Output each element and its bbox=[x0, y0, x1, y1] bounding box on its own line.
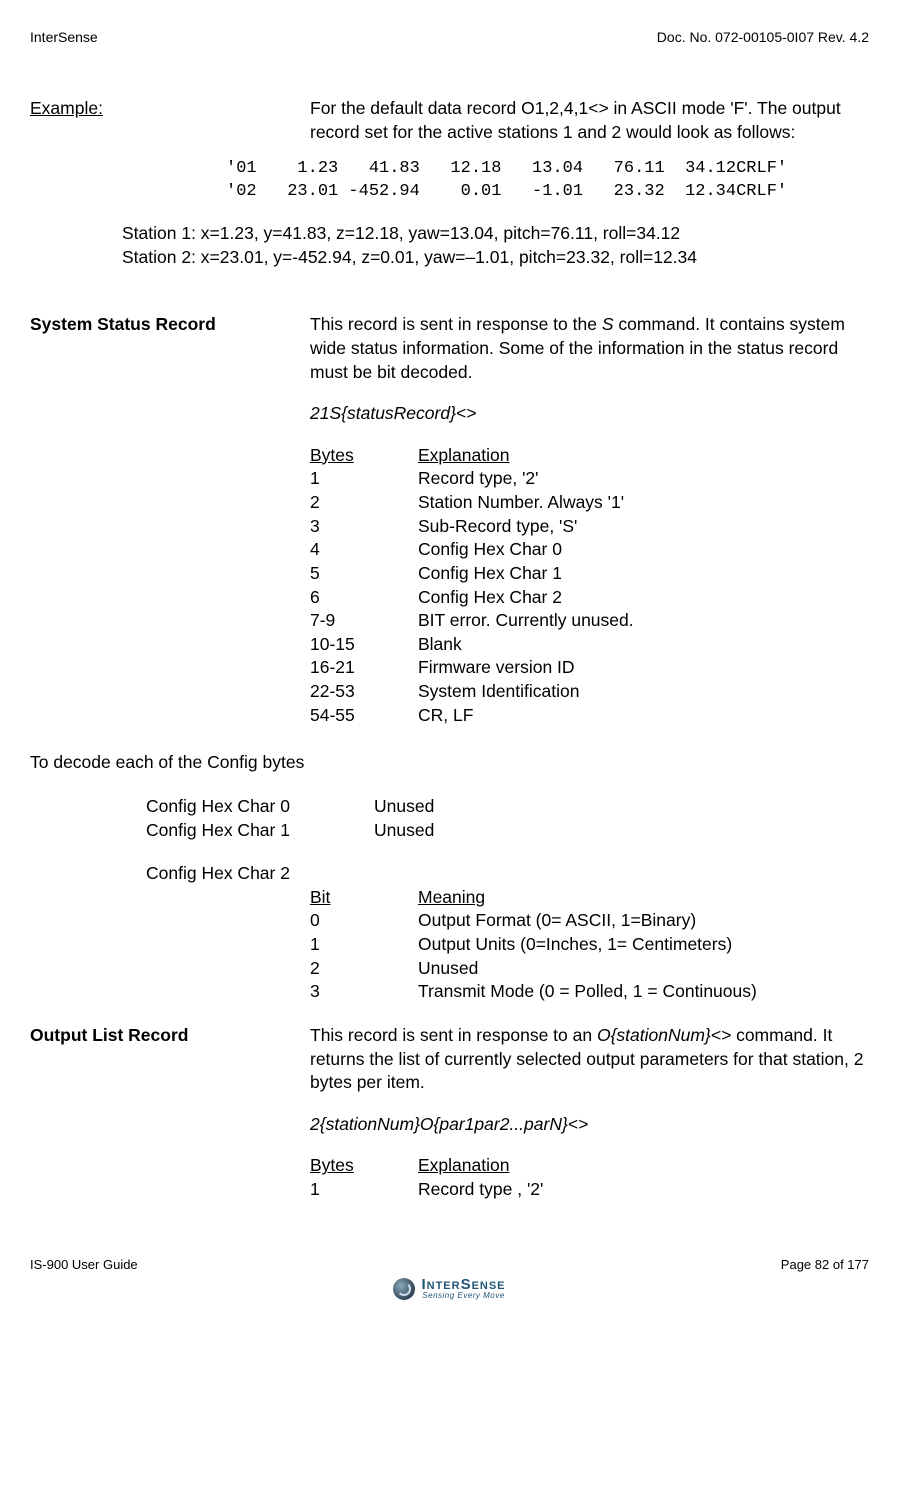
ssr-hdr-expl: Explanation bbox=[418, 444, 869, 468]
cell: 3 bbox=[310, 980, 418, 1004]
cell: 3 bbox=[310, 515, 418, 539]
example-mono-block: '01 1.23 41.83 12.18 13.04 76.11 34.12CR… bbox=[226, 158, 869, 204]
c0-val: Unused bbox=[374, 795, 434, 819]
table-row: 2Station Number. Always '1' bbox=[310, 491, 869, 515]
header-right: Doc. No. 072-00105-0I07 Rev. 4.2 bbox=[657, 28, 869, 47]
logo-icon bbox=[393, 1278, 415, 1300]
bit-hdr-b: Meaning bbox=[418, 886, 869, 910]
table-row: 3Transmit Mode (0 = Polled, 1 = Continuo… bbox=[310, 980, 869, 1004]
cell: Sub-Record type, 'S' bbox=[418, 515, 869, 539]
cell: Transmit Mode (0 = Polled, 1 = Continuou… bbox=[418, 980, 869, 1004]
output-list-section: Output List Record This record is sent i… bbox=[30, 1024, 869, 1202]
cell: 6 bbox=[310, 586, 418, 610]
table-row: 16-21Firmware version ID bbox=[310, 656, 869, 680]
mono-line-2: '02 23.01 -452.94 0.01 -1.01 23.32 12.34… bbox=[226, 181, 869, 204]
cell: 10-15 bbox=[310, 633, 418, 657]
table-row: 2Unused bbox=[310, 957, 869, 981]
config-char-2: Config Hex Char 2 bbox=[146, 862, 869, 886]
page-header: InterSense Doc. No. 072-00105-0I07 Rev. … bbox=[30, 28, 869, 47]
footer-left: IS-900 User Guide bbox=[30, 1256, 138, 1274]
table-row: 1Output Units (0=Inches, 1= Centimeters) bbox=[310, 933, 869, 957]
cell: CR, LF bbox=[418, 704, 869, 728]
cell: Config Hex Char 1 bbox=[418, 562, 869, 586]
header-left: InterSense bbox=[30, 28, 98, 47]
cell: Blank bbox=[418, 633, 869, 657]
page-footer: IS-900 User Guide Page 82 of 177 bbox=[30, 1256, 869, 1274]
cell: 16-21 bbox=[310, 656, 418, 680]
table-row: 10-15Blank bbox=[310, 633, 869, 657]
olr-hdr-expl: Explanation bbox=[418, 1154, 869, 1178]
olr-format: 2{stationNum}O{par1par2...parN}<> bbox=[310, 1113, 869, 1137]
logo-main: InterSense bbox=[421, 1277, 505, 1292]
c1-label: Config Hex Char 1 bbox=[146, 819, 374, 843]
cell: 0 bbox=[310, 909, 418, 933]
table-row: 0Output Format (0= ASCII, 1=Binary) bbox=[310, 909, 869, 933]
cell: 54-55 bbox=[310, 704, 418, 728]
cell: Output Units (0=Inches, 1= Centimeters) bbox=[418, 933, 869, 957]
table-row: 3Sub-Record type, 'S' bbox=[310, 515, 869, 539]
c0-label: Config Hex Char 0 bbox=[146, 795, 374, 819]
decode-title: To decode each of the Config bytes bbox=[30, 751, 869, 775]
example-label: Example: bbox=[30, 98, 103, 118]
logo: InterSense Sensing Every Move bbox=[30, 1277, 869, 1306]
ssr-intro-cmd: S bbox=[602, 314, 614, 334]
logo-sub: Sensing Every Move bbox=[421, 1292, 505, 1300]
table-row: 6Config Hex Char 2 bbox=[310, 586, 869, 610]
table-row: 5Config Hex Char 1 bbox=[310, 562, 869, 586]
cell: Record type , '2' bbox=[418, 1178, 869, 1202]
table-row: 4Config Hex Char 0 bbox=[310, 538, 869, 562]
example-section: Example: For the default data record O1,… bbox=[30, 97, 869, 144]
station-lines: Station 1: x=1.23, y=41.83, z=12.18, yaw… bbox=[122, 222, 869, 269]
ssr-format: 21S{statusRecord}<> bbox=[310, 402, 869, 426]
config-char-0: Config Hex Char 0Unused Config Hex Char … bbox=[146, 795, 869, 842]
cell: Config Hex Char 0 bbox=[418, 538, 869, 562]
ssr-intro-pre: This record is sent in response to the bbox=[310, 314, 602, 334]
output-list-label: Output List Record bbox=[30, 1025, 188, 1045]
cell: Station Number. Always '1' bbox=[418, 491, 869, 515]
cell: Record type, '2' bbox=[418, 467, 869, 491]
cell: Unused bbox=[418, 957, 869, 981]
table-row: 7-9BIT error. Currently unused. bbox=[310, 609, 869, 633]
cell: 7-9 bbox=[310, 609, 418, 633]
cell: Firmware version ID bbox=[418, 656, 869, 680]
bit-table: Bit Meaning 0Output Format (0= ASCII, 1=… bbox=[310, 886, 869, 1004]
cell: 4 bbox=[310, 538, 418, 562]
footer-right: Page 82 of 177 bbox=[781, 1256, 869, 1274]
cell: 2 bbox=[310, 491, 418, 515]
cell: Config Hex Char 2 bbox=[418, 586, 869, 610]
example-intro: For the default data record O1,2,4,1<> i… bbox=[310, 97, 869, 144]
cell: 22-53 bbox=[310, 680, 418, 704]
table-row: 1Record type, '2' bbox=[310, 467, 869, 491]
system-status-section: System Status Record This record is sent… bbox=[30, 313, 869, 727]
system-status-label: System Status Record bbox=[30, 314, 216, 334]
table-row: 54-55CR, LF bbox=[310, 704, 869, 728]
cell: Output Format (0= ASCII, 1=Binary) bbox=[418, 909, 869, 933]
ssr-hdr-bytes: Bytes bbox=[310, 444, 418, 468]
olr-intro-pre: This record is sent in response to an bbox=[310, 1025, 597, 1045]
c1-val: Unused bbox=[374, 819, 434, 843]
cell: 5 bbox=[310, 562, 418, 586]
cell: 1 bbox=[310, 467, 418, 491]
bit-hdr-a: Bit bbox=[310, 886, 418, 910]
table-row: 22-53System Identification bbox=[310, 680, 869, 704]
olr-hdr-bytes: Bytes bbox=[310, 1154, 418, 1178]
station-1: Station 1: x=1.23, y=41.83, z=12.18, yaw… bbox=[122, 222, 869, 246]
station-2: Station 2: x=23.01, y=-452.94, z=0.01, y… bbox=[122, 246, 869, 270]
olr-intro-cmd: O{stationNum}<> bbox=[597, 1025, 731, 1045]
cell: 2 bbox=[310, 957, 418, 981]
cell: 1 bbox=[310, 933, 418, 957]
cell: System Identification bbox=[418, 680, 869, 704]
cell: BIT error. Currently unused. bbox=[418, 609, 869, 633]
table-row: 1Record type , '2' bbox=[310, 1178, 869, 1202]
cell: 1 bbox=[310, 1178, 418, 1202]
mono-line-1: '01 1.23 41.83 12.18 13.04 76.11 34.12CR… bbox=[226, 158, 869, 181]
